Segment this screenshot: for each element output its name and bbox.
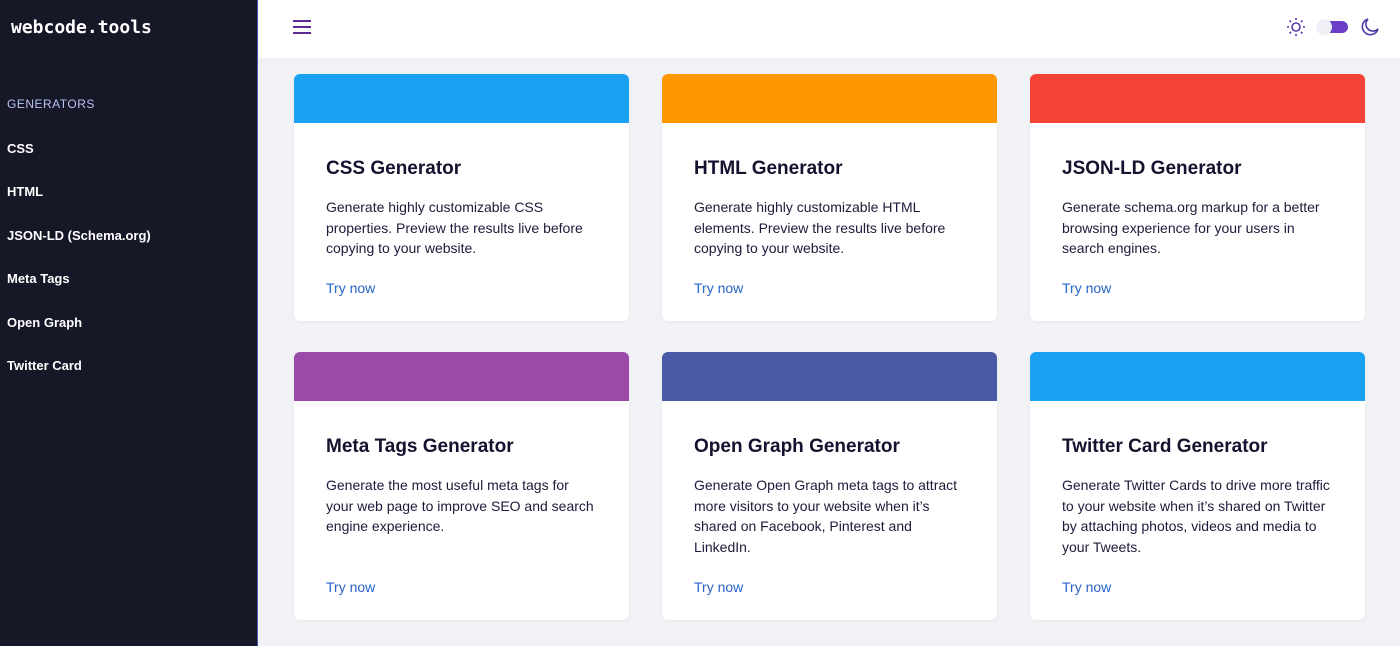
card-title: Meta Tags Generator	[326, 436, 514, 457]
logo[interactable]: webcode.tools	[11, 17, 152, 38]
sidebar-item-css[interactable]: CSS	[7, 141, 34, 156]
card-description: Generate Open Graph meta tags to attract…	[694, 477, 958, 555]
card-description: Generate highly customizable CSS propert…	[326, 199, 583, 256]
card-color-band	[662, 352, 997, 401]
card-color-band	[294, 352, 629, 401]
card-description: Generate schema.org markup for a better …	[1062, 199, 1320, 256]
card-title: Open Graph Generator	[694, 436, 900, 457]
card-color-band	[1030, 352, 1365, 401]
sidebar-item-html[interactable]: HTML	[7, 184, 43, 199]
try-now-link[interactable]: Try now	[326, 579, 375, 595]
try-now-link[interactable]: Try now	[694, 280, 743, 296]
card-title: HTML Generator	[694, 158, 843, 179]
card-description: Generate highly customizable HTML elemen…	[694, 199, 946, 256]
card-json-ld: JSON-LD Generator Generate schema.org ma…	[1030, 74, 1365, 321]
card-color-band	[294, 74, 629, 123]
card-color-band	[1030, 74, 1365, 123]
menu-icon[interactable]	[293, 20, 311, 34]
sidebar-item-json-ld[interactable]: JSON-LD (Schema.org)	[7, 228, 151, 243]
card-color-band	[662, 74, 997, 123]
section-heading: GENERATORS	[7, 97, 95, 111]
card-description: Generate Twitter Cards to drive more tra…	[1062, 477, 1330, 555]
card-css: CSS Generator Generate highly customizab…	[294, 74, 629, 321]
try-now-link[interactable]: Try now	[1062, 280, 1111, 296]
sidebar: webcode.tools GENERATORS CSS HTML JSON-L…	[0, 0, 258, 646]
sidebar-item-twitter-card[interactable]: Twitter Card	[7, 358, 82, 373]
sidebar-item-meta-tags[interactable]: Meta Tags	[7, 271, 70, 286]
try-now-link[interactable]: Try now	[326, 280, 375, 296]
try-now-link[interactable]: Try now	[694, 579, 743, 595]
moon-icon[interactable]	[1360, 17, 1380, 37]
card-open-graph: Open Graph Generator Generate Open Graph…	[662, 352, 997, 620]
card-title: CSS Generator	[326, 158, 462, 179]
card-title: JSON-LD Generator	[1062, 158, 1242, 179]
card-title: Twitter Card Generator	[1062, 436, 1268, 457]
theme-toggle[interactable]	[1316, 19, 1350, 35]
card-meta-tags: Meta Tags Generator Generate the most us…	[294, 352, 629, 620]
sidebar-item-open-graph[interactable]: Open Graph	[7, 315, 82, 330]
card-description: Generate the most useful meta tags for y…	[326, 477, 594, 534]
try-now-link[interactable]: Try now	[1062, 579, 1111, 595]
header	[259, 0, 1400, 58]
card-twitter-card: Twitter Card Generator Generate Twitter …	[1030, 352, 1365, 620]
sun-icon[interactable]	[1286, 17, 1306, 37]
card-html: HTML Generator Generate highly customiza…	[662, 74, 997, 321]
